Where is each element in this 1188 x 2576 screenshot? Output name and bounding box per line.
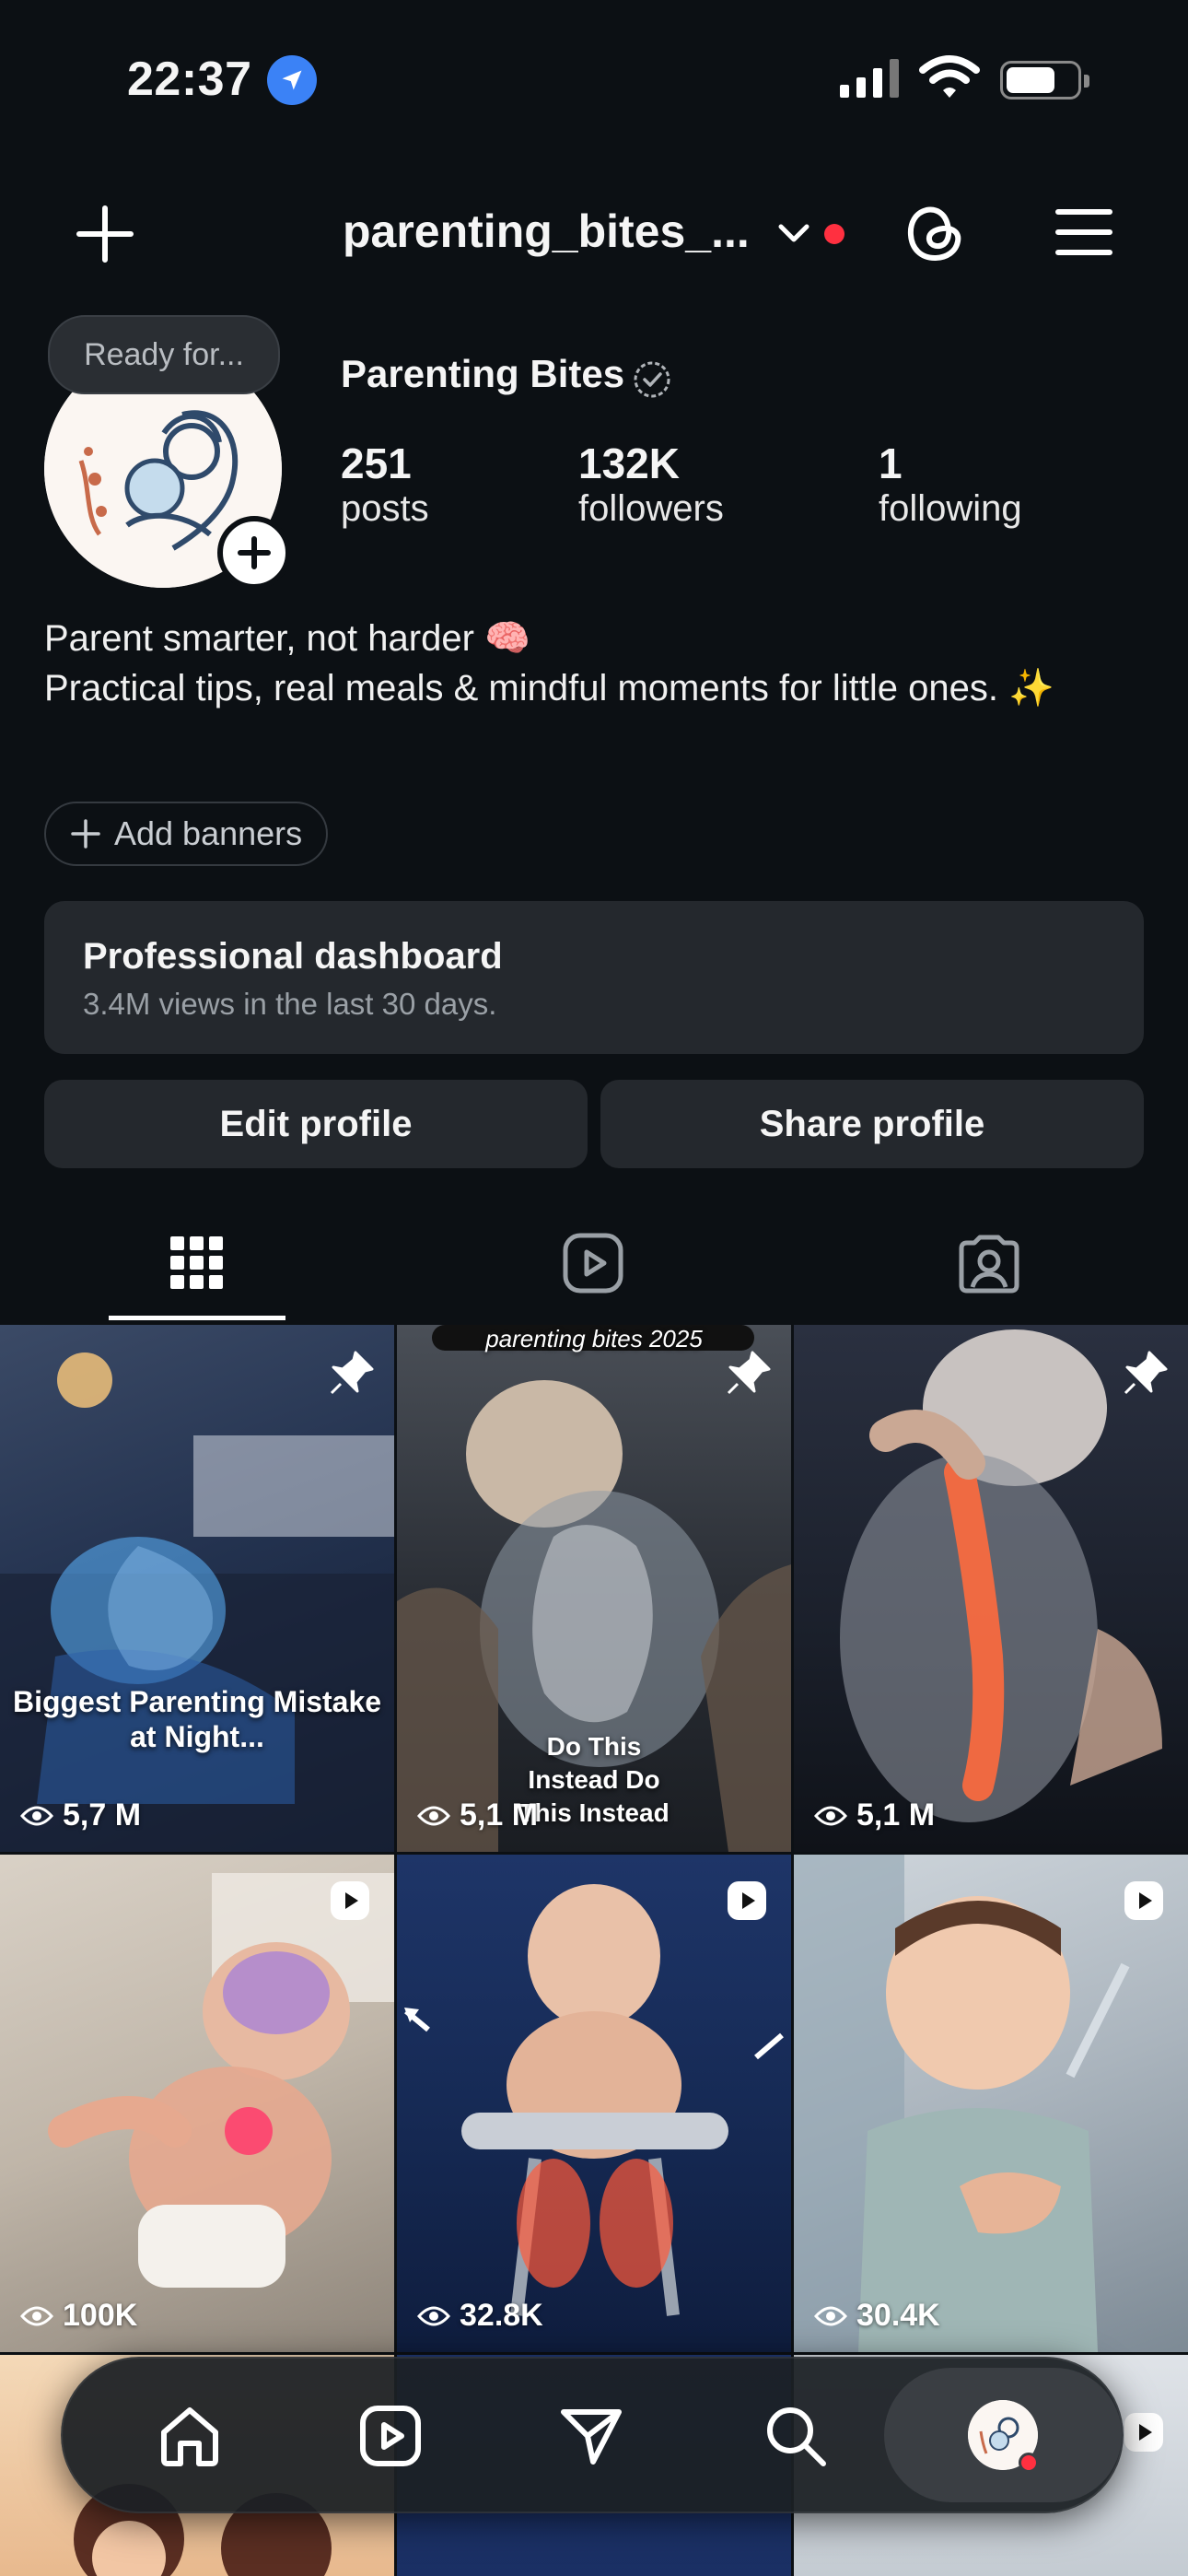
notification-dot (824, 224, 844, 244)
nav-messages[interactable] (547, 2392, 635, 2480)
nav-search[interactable] (751, 2392, 840, 2480)
grid-post-3[interactable]: 5,1 M (794, 1325, 1188, 1852)
status-time: 22:37 (127, 53, 252, 106)
search-icon (767, 2407, 826, 2466)
stat-following-value: 1 (879, 439, 903, 487)
battery-icon (1000, 61, 1089, 100)
menu-hamburger-icon[interactable] (1052, 205, 1116, 260)
post-4-views-count: 100K (63, 2298, 138, 2333)
tagged-person-icon (959, 1235, 1019, 1294)
eye-icon (814, 2306, 847, 2325)
grid-post-5[interactable]: 32.8K (397, 1855, 791, 2352)
dashboard-title: Professional dashboard (83, 936, 503, 977)
grid-post-4[interactable]: 100K (0, 1855, 394, 2352)
add-story-plus-icon[interactable] (217, 516, 291, 590)
post-4-views: 100K (20, 2298, 137, 2334)
bio: Parent smarter, not harder 🧠 Practical t… (44, 614, 1131, 713)
post-1-image (0, 1352, 394, 1852)
grid-post-1[interactable]: Biggest Parenting Mistake at Night... 5,… (0, 1325, 394, 1852)
nav-home[interactable] (146, 2392, 234, 2480)
create-plus-icon[interactable] (72, 201, 138, 267)
note-bubble[interactable]: Ready for... (48, 315, 280, 394)
wifi-icon (919, 55, 980, 101)
post-1-views-count: 5,7 M (63, 1797, 142, 1832)
dashboard-subtitle: 3.4M views in the last 30 days. (83, 987, 497, 1021)
threads-icon[interactable] (901, 199, 969, 267)
account-username[interactable]: parenting_bites_... (343, 205, 750, 258)
active-tab-indicator (109, 1316, 285, 1320)
reels-icon (360, 2406, 421, 2466)
pin-icon (328, 1349, 376, 1397)
reel-icon (328, 1879, 376, 1926)
post-5-image (404, 1884, 784, 2316)
add-banners-label: Add banners (114, 814, 303, 852)
bio-line-2: Practical tips, real meals & mindful mom… (44, 668, 1054, 708)
tab-posts-grid[interactable] (142, 1222, 252, 1305)
post-4-image (48, 1873, 394, 2288)
reel-icon (1122, 1879, 1170, 1926)
post-6-image (794, 1855, 1130, 2352)
post-3-views-count: 5,1 M (856, 1797, 936, 1832)
display-name: Parenting Bites (341, 352, 625, 395)
grid-post-6[interactable]: 30.4K (794, 1855, 1188, 2352)
stat-following[interactable]: 1 following (879, 439, 1022, 530)
add-banners-button[interactable]: Add banners (44, 802, 329, 866)
post-3-image (840, 1329, 1162, 1822)
stat-posts-label: posts (341, 488, 429, 529)
eye-icon (20, 1806, 53, 1825)
chevron-down-icon[interactable] (775, 217, 812, 251)
nav-profile[interactable] (884, 2368, 1122, 2502)
eye-icon (417, 2306, 450, 2325)
tab-reels[interactable] (538, 1222, 648, 1305)
pin-icon (1122, 1349, 1170, 1397)
post-2-views-count: 5,1 M (460, 1797, 539, 1832)
verified-badge-icon (632, 359, 672, 400)
plus-icon (71, 819, 100, 849)
post-1-caption: Biggest Parenting Mistake at Night... (12, 1685, 382, 1753)
grid-post-2[interactable]: parenting bites 2025 Do This Instead Do … (397, 1325, 791, 1852)
stat-posts[interactable]: 251 posts (341, 439, 429, 530)
grid-icon (170, 1236, 223, 1289)
post-5-views-count: 32.8K (460, 2298, 543, 2333)
post-2-views: 5,1 M (417, 1797, 538, 1833)
cellular-signal-icon (840, 57, 899, 98)
reel-icon (725, 1879, 773, 1926)
reels-icon (563, 1233, 623, 1294)
stat-followers[interactable]: 132K followers (578, 439, 724, 530)
edit-profile-button[interactable]: Edit profile (44, 1080, 588, 1168)
reel-icon (1122, 2410, 1170, 2458)
nav-reels[interactable] (346, 2392, 435, 2480)
stat-followers-value: 132K (578, 439, 680, 487)
nav-profile-notification-dot (1019, 2453, 1039, 2473)
location-arrow-icon (267, 55, 317, 105)
eye-icon (20, 2306, 53, 2325)
post-1-views: 5,7 M (20, 1797, 141, 1833)
stat-following-label: following (879, 488, 1022, 529)
stat-posts-value: 251 (341, 439, 412, 487)
eye-icon (814, 1806, 847, 1825)
post-6-views-count: 30.4K (856, 2298, 940, 2333)
bio-line-1: Parent smarter, not harder 🧠 (44, 618, 530, 659)
professional-dashboard-card[interactable]: Professional dashboard 3.4M views in the… (44, 901, 1144, 1054)
post-6-views: 30.4K (814, 2298, 940, 2334)
share-profile-button[interactable]: Share profile (600, 1080, 1144, 1168)
send-icon (561, 2409, 622, 2465)
tab-tagged[interactable] (934, 1222, 1044, 1305)
post-5-views: 32.8K (417, 2298, 543, 2334)
stat-followers-label: followers (578, 488, 724, 529)
eye-icon (417, 1806, 450, 1825)
pin-icon (725, 1349, 773, 1397)
home-icon (161, 2407, 218, 2466)
post-3-views: 5,1 M (814, 1797, 935, 1833)
